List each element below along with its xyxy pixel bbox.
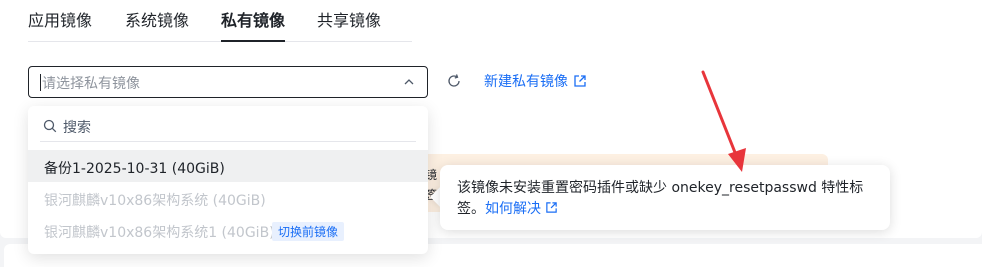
create-private-image-link[interactable]: 新建私有镜像 <box>484 71 568 91</box>
tab-bar: 应用镜像 系统镜像 私有镜像 共享镜像 <box>28 0 412 42</box>
text-cursor <box>40 74 41 91</box>
chevron-up-icon[interactable] <box>403 76 415 88</box>
status-badge: 切换前镜像 <box>272 222 345 241</box>
search-icon <box>43 119 57 133</box>
option-label: 银河麒麟v10x86架构系统1 (40GiB) <box>44 225 275 241</box>
tooltip-suffix: 签。 <box>457 201 485 217</box>
select-placeholder: 请选择私有镜像 <box>42 76 140 92</box>
option-label: 备份1-2025-10-31 (40GiB) <box>44 161 225 177</box>
tab-system-images[interactable]: 系统镜像 <box>125 7 189 31</box>
image-dropdown: 搜索 备份1-2025-10-31 (40GiB) 银河麒麟v10x86架构系统… <box>28 106 428 254</box>
private-image-select[interactable]: 请选择私有镜像 <box>28 66 428 98</box>
tooltip-message: 该镜像未安装重置密码插件或缺少 onekey_resetpasswd 特性标 <box>457 180 864 196</box>
tooltip-message-cont: 签。如何解决 <box>457 198 558 218</box>
tab-private-images[interactable]: 私有镜像 <box>221 7 285 31</box>
tab-shared-images[interactable]: 共享镜像 <box>317 7 381 31</box>
active-tab-indicator <box>221 40 285 42</box>
dropdown-search[interactable]: 搜索 <box>40 106 416 142</box>
dropdown-option[interactable]: 备份1-2025-10-31 (40GiB) <box>28 150 428 182</box>
tab-app-images[interactable]: 应用镜像 <box>28 7 92 31</box>
how-to-fix-link[interactable]: 如何解决 <box>485 201 541 217</box>
tooltip: 该镜像未安装重置密码插件或缺少 onekey_resetpasswd 特性标 签… <box>440 165 890 230</box>
refresh-icon[interactable] <box>446 73 462 89</box>
option-label: 银河麒麟v10x86架构系统 (40GiB) <box>44 193 266 209</box>
dropdown-option: 银河麒麟v10x86架构系统 (40GiB) <box>28 182 428 214</box>
search-placeholder: 搜索 <box>63 120 91 136</box>
external-link-icon[interactable] <box>545 201 558 214</box>
dropdown-option: 银河麒麟v10x86架构系统1 (40GiB) 切换前镜像 <box>28 214 428 246</box>
external-link-icon[interactable] <box>573 74 587 88</box>
